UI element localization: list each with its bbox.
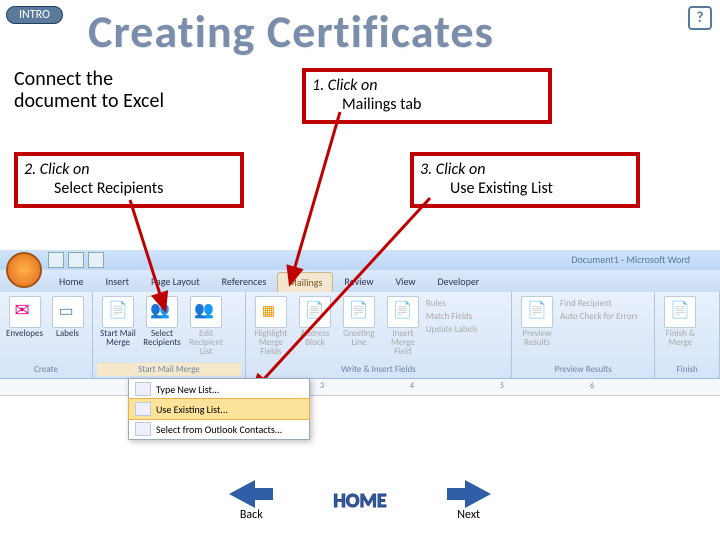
- group-write-insert: Write & Insert Fields: [250, 363, 507, 376]
- finish-merge-button[interactable]: Finish &Merge: [659, 296, 701, 347]
- tab-mailings[interactable]: Mailings: [277, 272, 333, 292]
- rules-group: Rules Match Fields Update Labels: [426, 296, 478, 335]
- tab-references[interactable]: References: [211, 271, 278, 292]
- group-create: Create: [4, 363, 88, 376]
- nav-bar: Back HOME Next: [0, 480, 720, 522]
- tab-home[interactable]: Home: [48, 271, 94, 292]
- insert-merge-field-button[interactable]: Insert MergeField: [382, 296, 424, 356]
- ribbon-tabs: Home Insert Page Layout References Maili…: [0, 270, 720, 292]
- address-block-button[interactable]: AddressBlock: [294, 296, 336, 347]
- envelopes-button[interactable]: Envelopes: [4, 296, 45, 338]
- labels-button[interactable]: Labels: [47, 296, 88, 338]
- help-button[interactable]: ?: [688, 6, 712, 30]
- tab-review[interactable]: Review: [333, 271, 384, 292]
- tab-insert[interactable]: Insert: [94, 271, 140, 292]
- intro-pill[interactable]: INTRO: [6, 6, 63, 24]
- contacts-icon: [135, 422, 151, 436]
- next-button[interactable]: Next: [447, 480, 491, 522]
- start-mail-merge-button[interactable]: Start MailMerge: [97, 296, 139, 347]
- arrow-right-icon: [465, 480, 491, 508]
- tab-developer[interactable]: Developer: [427, 271, 491, 292]
- home-button[interactable]: HOME: [333, 489, 386, 513]
- group-finish: Finish: [659, 363, 715, 376]
- dropdown-use-existing-list[interactable]: Use Existing List...: [128, 398, 310, 420]
- ribbon-body: Envelopes Labels Create Start MailMerge …: [0, 292, 720, 379]
- dropdown-outlook-contacts[interactable]: Select from Outlook Contacts...: [129, 419, 309, 439]
- folder-icon: [135, 402, 151, 416]
- callout-step-2: 2. Click on Select Recipients: [14, 152, 244, 208]
- word-window: Document1 - Microsoft Word Home Insert P…: [0, 250, 720, 396]
- group-preview-results: Preview Results: [516, 363, 650, 376]
- back-button[interactable]: Back: [229, 480, 273, 522]
- arrow-left-icon: [229, 480, 255, 508]
- callout-step-1: 1. Click on Mailings tab: [302, 68, 552, 124]
- select-recipients-dropdown: Type New List... Use Existing List... Se…: [128, 378, 310, 440]
- preview-results-button[interactable]: PreviewResults: [516, 296, 558, 347]
- tab-page-layout[interactable]: Page Layout: [140, 271, 211, 292]
- document-title: Document1 - Microsoft Word: [571, 253, 690, 266]
- tab-view[interactable]: View: [384, 271, 426, 292]
- group-start-mail-merge: Start Mail Merge: [97, 363, 241, 376]
- window-titlebar: Document1 - Microsoft Word: [0, 250, 720, 270]
- page-title: Creating Certificates: [88, 4, 494, 60]
- quick-access-toolbar[interactable]: [48, 252, 104, 268]
- section-subtitle: Connect the document to Excel: [14, 68, 164, 112]
- list-icon: [135, 382, 151, 396]
- dropdown-type-new-list[interactable]: Type New List...: [129, 379, 309, 399]
- edit-recipient-list-button[interactable]: EditRecipient List: [185, 296, 227, 356]
- ruler: 1 2 3 4 5 6: [0, 379, 720, 396]
- select-recipients-button[interactable]: SelectRecipients: [141, 296, 183, 347]
- office-button[interactable]: [6, 252, 42, 288]
- highlight-merge-fields-button[interactable]: HighlightMerge Fields: [250, 296, 292, 356]
- greeting-line-button[interactable]: GreetingLine: [338, 296, 380, 347]
- preview-extras: Find Recipient Auto Check for Errors: [560, 296, 638, 322]
- callout-step-3: 3. Click on Use Existing List: [410, 152, 640, 208]
